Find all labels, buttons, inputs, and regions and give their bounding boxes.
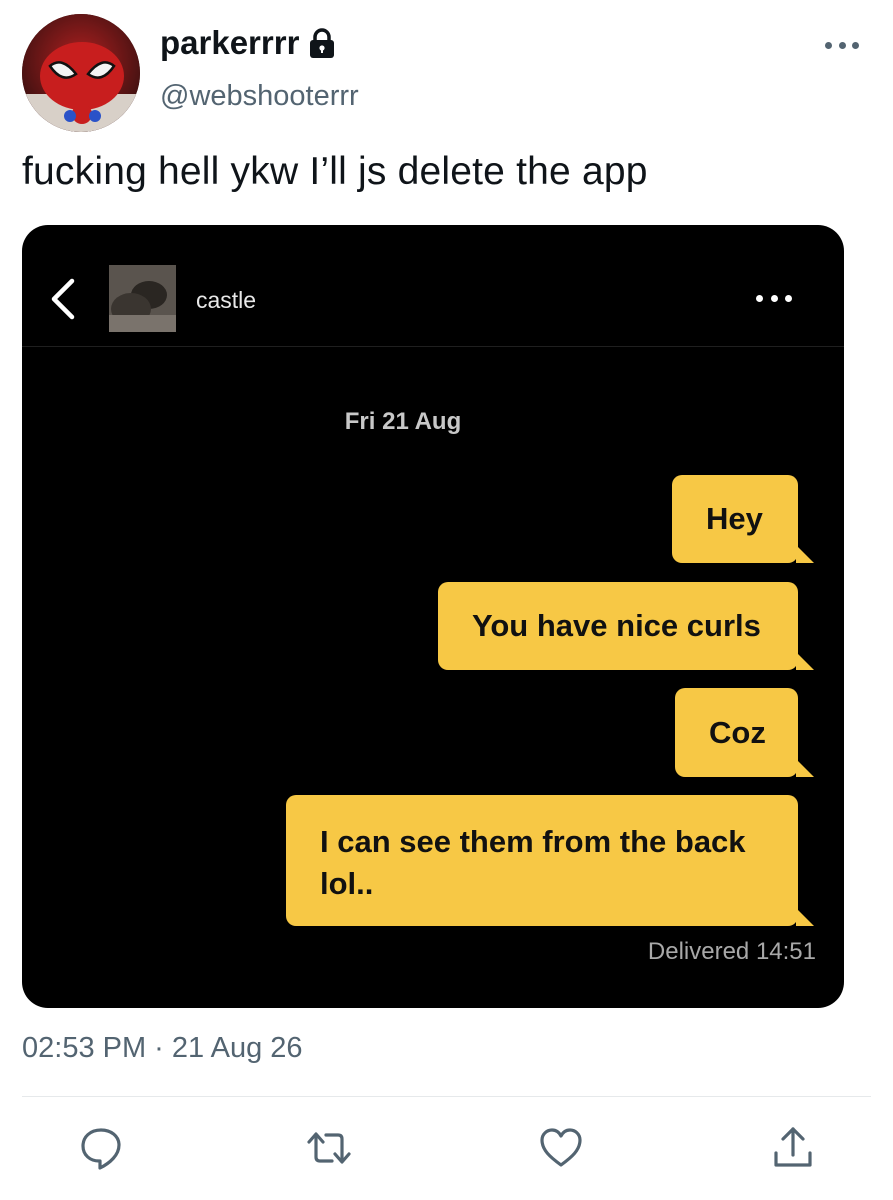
share-icon[interactable] [770,1125,816,1171]
chat-header: castle [22,225,844,347]
message-bubble: You have nice curls [438,582,814,670]
message-text: You have nice curls [472,608,761,644]
message-text-line: lol.. [320,865,374,901]
message-text: Coz [709,714,766,750]
message-bubble: Coz [675,688,814,777]
lock-icon [310,28,335,58]
more-options-icon[interactable] [825,42,859,52]
chat-more-icon [756,295,792,303]
message-bubble: I can see them from the back lol.. [286,795,814,926]
retweet-icon[interactable] [306,1125,352,1171]
contact-name: castle [196,287,257,313]
display-name[interactable]: parkerrrr [160,24,337,62]
message-text-line: I can see them from the back [320,823,746,859]
tweet-timestamp[interactable]: 02:53 PM · 21 Aug 26 [22,1032,303,1065]
reply-icon[interactable] [78,1125,124,1171]
spiderman-avatar-icon [22,14,140,132]
action-bar [0,1125,893,1173]
tweet-text: fucking hell ykw I’ll js delete the app [22,150,648,193]
user-handle[interactable]: @webshooterrr [160,80,359,113]
tweet-media-image[interactable]: castle Fri 21 Aug Hey You have nice curl… [22,225,844,1008]
message-text: Hey [706,501,763,537]
divider [22,1096,871,1097]
chat-date-label: Fri 21 Aug [22,408,844,436]
delivery-status: Delivered 14:51 [647,938,816,965]
back-chevron-icon [51,278,75,320]
avatar[interactable] [22,14,140,132]
like-icon[interactable] [538,1125,584,1171]
contact-photo [109,265,176,332]
chat-date-text: Fri 21 Aug [344,408,462,435]
message-bubble: Hey [672,475,814,563]
display-name-text: parkerrrr [160,24,300,61]
